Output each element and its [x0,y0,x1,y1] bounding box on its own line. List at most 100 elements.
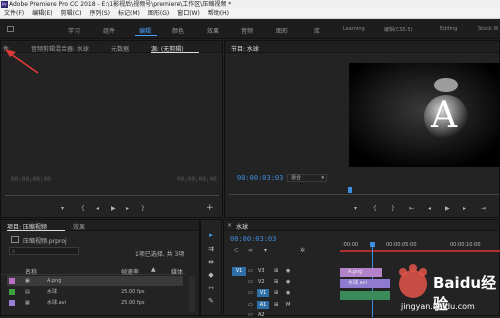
workspace-editing-cs55[interactable]: 编辑(CS5.5) [384,26,413,33]
source-bracket-in-icon[interactable]: { [81,206,85,212]
tab-effects[interactable]: 效果 [73,222,85,231]
workspace-learn[interactable]: 学习 [68,26,80,35]
render-bar [340,250,500,252]
tab-timeline-sequence[interactable]: 水球 [236,222,248,231]
timeline-clip-a-png[interactable]: A.png [340,268,382,277]
source-play-icon[interactable]: ▶ [111,206,116,212]
fit-dropdown[interactable]: 适合 ▾ [287,174,327,182]
source-timecode-in: 00;00;00;00 [11,176,51,183]
track-lock-icon[interactable]: ▭ [248,302,253,308]
mute-icon[interactable]: M [286,302,290,308]
sync-lock-icon[interactable]: ⊞ [274,302,278,308]
project-file-icon [11,236,19,243]
water-ball-graphic [349,63,500,167]
red-arrow-annotation-icon [5,49,39,74]
program-bracket-out-icon[interactable]: } [391,206,395,212]
pen-tool-icon[interactable]: ✎ [206,296,216,306]
track-select-tool-icon[interactable]: ⇉ [206,244,216,254]
workspace-effects[interactable]: 效果 [207,26,219,35]
track-target-a1[interactable]: A1 [257,301,269,309]
workspace-editing[interactable]: 编辑 [139,26,151,35]
source-scrubber[interactable] [5,195,219,196]
track-lock-icon[interactable]: ▭ [248,279,253,285]
project-search-input[interactable] [9,247,79,255]
chevron-down-icon: ▾ [321,175,324,181]
list-item[interactable]: ▦ 水球.avi 25.00 fps [7,298,183,308]
settings-wrench-icon[interactable]: ✲ [300,248,305,254]
source-patch-v1[interactable]: V1 [232,267,246,276]
source-bracket-out-icon[interactable]: } [141,206,145,212]
menu-sequence[interactable]: 序列(S) [90,9,111,18]
program-tab-row: 节目: 水球 [225,41,499,53]
project-scrollbar[interactable] [189,276,195,312]
workspace-learning-en[interactable]: Learning [343,26,365,32]
sort-up-icon[interactable]: ▲ [151,266,156,273]
sync-lock-icon[interactable]: ⊞ [274,268,278,274]
snap-icon[interactable]: ⊂ [234,248,239,254]
ripple-edit-tool-icon[interactable]: ⇹ [206,257,216,267]
home-icon[interactable] [7,26,14,32]
workspace-editing-en[interactable]: Editing [440,26,457,32]
track-name-v3: V3 [258,268,265,274]
timeline-audio-clip[interactable] [340,291,390,300]
program-play-icon[interactable]: ▶ [445,206,450,212]
source-step-fwd-icon[interactable]: ▸ [126,206,129,212]
program-mark-in-icon[interactable]: ▾ [354,206,357,212]
menu-clip[interactable]: 剪辑(C) [61,9,82,18]
column-fps[interactable]: 帧速率 [121,267,139,276]
program-go-in-icon[interactable]: ⇤ [409,206,414,212]
workspace-libraries[interactable]: 库 [314,26,320,35]
premiere-app-icon: Pr [1,1,8,8]
slip-tool-icon[interactable]: ⇿ [206,283,216,293]
track-lock-icon[interactable]: ▭ [248,290,253,296]
source-add-button-icon[interactable]: + [206,204,214,213]
sync-lock-icon[interactable]: ⊞ [274,279,278,285]
item-name: 水球 [47,289,58,295]
program-step-fwd-icon[interactable]: ▸ [463,206,466,212]
menu-graphics[interactable]: 图形(G) [148,9,169,18]
program-step-back-icon[interactable]: ◂ [428,206,431,212]
tab-metadata[interactable]: 元数据 [111,44,129,53]
program-playhead[interactable] [348,187,352,193]
menu-help[interactable]: 帮助(H) [208,9,229,18]
program-timecode[interactable]: 00:00:03:03 [237,174,283,182]
eye-icon[interactable]: ◉ [286,279,290,285]
list-item[interactable]: ▣ A.png [7,276,183,286]
timeline-clip-water-ball[interactable]: 水球.avi [340,279,390,288]
workspace-color[interactable]: 颜色 [172,26,184,35]
selection-tool-icon[interactable]: ▸ [206,230,216,240]
add-marker-icon[interactable]: ▾ [264,248,267,254]
source-step-back-icon[interactable]: ◂ [96,206,99,212]
source-mark-in-icon[interactable]: ▾ [61,206,64,212]
workspace-graphics[interactable]: 图形 [276,26,288,35]
track-lock-icon[interactable]: ▭ [248,312,253,318]
list-item[interactable]: ▤ 水球 25.00 fps [7,287,183,297]
program-bracket-in-icon[interactable]: { [373,206,377,212]
playhead-handle[interactable] [370,242,375,247]
track-lock-icon[interactable]: ▭ [248,268,253,274]
workspace-stock[interactable]: Stock W [478,26,498,32]
workspace-audio[interactable]: 音频 [241,26,253,35]
tools-panel: ▸ ⇉ ⇹ ◆ ⇿ ✎ [200,219,222,316]
menu-marker[interactable]: 标记(M) [118,9,140,18]
close-icon[interactable]: × [227,222,232,229]
ruler-label: 00:00:05:00 [386,242,417,248]
fit-dropdown-label: 适合 [291,175,302,181]
sync-lock-icon[interactable]: ⊞ [274,290,278,296]
tab-program[interactable]: 节目: 水球 [231,44,259,53]
column-name[interactable]: 名称 [25,267,37,276]
item-color-label [9,300,15,306]
menu-window[interactable]: 窗口(W) [177,9,200,18]
workspace-assembly[interactable]: 组件 [103,26,115,35]
program-go-out-icon[interactable]: ⇥ [481,206,486,212]
menu-file[interactable]: 文件(F) [4,9,24,18]
linked-selection-icon[interactable]: ∞ [248,248,253,254]
track-target-v1[interactable]: V1 [257,289,269,297]
razor-tool-icon[interactable]: ◆ [206,270,216,280]
eye-icon[interactable]: ◉ [286,268,290,274]
eye-icon[interactable]: ◉ [286,290,290,296]
menu-edit[interactable]: 编辑(E) [32,9,52,18]
active-workspace-indicator [135,35,157,36]
timeline-timecode[interactable]: 00:00:03:03 [230,235,276,243]
program-scrubber[interactable] [229,194,499,195]
